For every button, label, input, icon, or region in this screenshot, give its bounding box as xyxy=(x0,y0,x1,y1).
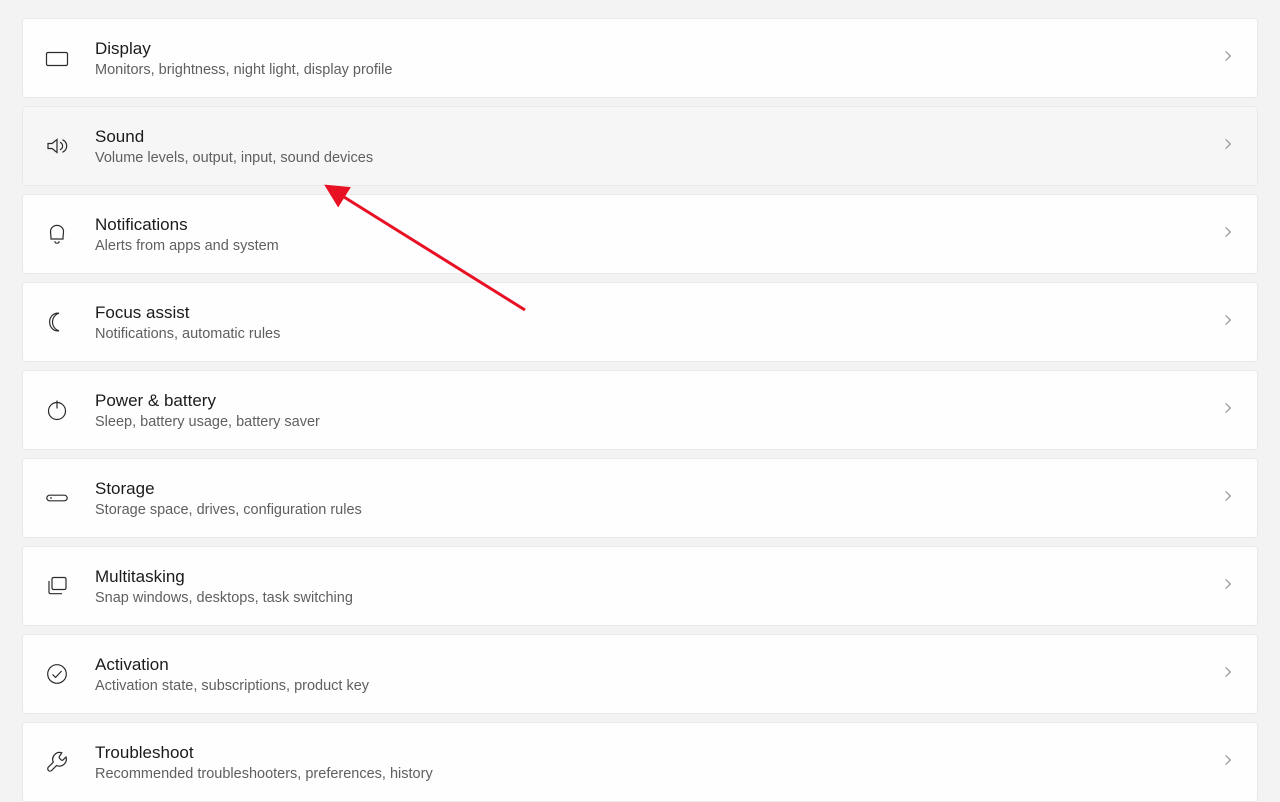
settings-item-display[interactable]: Display Monitors, brightness, night ligh… xyxy=(22,18,1258,98)
settings-item-focus-assist[interactable]: Focus assist Notifications, automatic ru… xyxy=(22,282,1258,362)
item-desc: Activation state, subscriptions, product… xyxy=(95,678,1221,694)
settings-list: Display Monitors, brightness, night ligh… xyxy=(0,0,1280,802)
item-title: Multitasking xyxy=(95,567,1221,587)
item-text: Storage Storage space, drives, configura… xyxy=(95,479,1221,518)
settings-item-sound[interactable]: Sound Volume levels, output, input, soun… xyxy=(22,106,1258,186)
item-desc: Monitors, brightness, night light, displ… xyxy=(95,62,1221,78)
item-text: Activation Activation state, subscriptio… xyxy=(95,655,1221,694)
bell-icon xyxy=(45,222,69,246)
settings-item-power-battery[interactable]: Power & battery Sleep, battery usage, ba… xyxy=(22,370,1258,450)
chevron-right-icon xyxy=(1221,401,1235,420)
item-title: Display xyxy=(95,39,1221,59)
item-text: Troubleshoot Recommended troubleshooters… xyxy=(95,743,1221,782)
item-title: Troubleshoot xyxy=(95,743,1221,763)
settings-item-activation[interactable]: Activation Activation state, subscriptio… xyxy=(22,634,1258,714)
wrench-icon xyxy=(45,750,69,774)
chevron-right-icon xyxy=(1221,489,1235,508)
chevron-right-icon xyxy=(1221,137,1235,156)
item-text: Focus assist Notifications, automatic ru… xyxy=(95,303,1221,342)
item-desc: Storage space, drives, configuration rul… xyxy=(95,502,1221,518)
drive-icon xyxy=(45,486,69,510)
item-title: Focus assist xyxy=(95,303,1221,323)
item-desc: Volume levels, output, input, sound devi… xyxy=(95,150,1221,166)
item-desc: Snap windows, desktops, task switching xyxy=(95,590,1221,606)
sound-icon xyxy=(45,134,69,158)
chevron-right-icon xyxy=(1221,49,1235,68)
moon-icon xyxy=(45,310,69,334)
chevron-right-icon xyxy=(1221,225,1235,244)
item-text: Power & battery Sleep, battery usage, ba… xyxy=(95,391,1221,430)
check-circle-icon xyxy=(45,662,69,686)
item-title: Sound xyxy=(95,127,1221,147)
display-icon xyxy=(45,46,69,70)
chevron-right-icon xyxy=(1221,753,1235,772)
item-desc: Notifications, automatic rules xyxy=(95,326,1221,342)
item-title: Power & battery xyxy=(95,391,1221,411)
item-text: Sound Volume levels, output, input, soun… xyxy=(95,127,1221,166)
multitask-icon xyxy=(45,574,69,598)
item-desc: Recommended troubleshooters, preferences… xyxy=(95,766,1221,782)
item-text: Notifications Alerts from apps and syste… xyxy=(95,215,1221,254)
power-icon xyxy=(45,398,69,422)
settings-item-storage[interactable]: Storage Storage space, drives, configura… xyxy=(22,458,1258,538)
item-title: Notifications xyxy=(95,215,1221,235)
item-desc: Sleep, battery usage, battery saver xyxy=(95,414,1221,430)
chevron-right-icon xyxy=(1221,665,1235,684)
settings-item-multitasking[interactable]: Multitasking Snap windows, desktops, tas… xyxy=(22,546,1258,626)
chevron-right-icon xyxy=(1221,313,1235,332)
item-title: Activation xyxy=(95,655,1221,675)
chevron-right-icon xyxy=(1221,577,1235,596)
item-title: Storage xyxy=(95,479,1221,499)
item-text: Display Monitors, brightness, night ligh… xyxy=(95,39,1221,78)
item-text: Multitasking Snap windows, desktops, tas… xyxy=(95,567,1221,606)
settings-item-troubleshoot[interactable]: Troubleshoot Recommended troubleshooters… xyxy=(22,722,1258,802)
item-desc: Alerts from apps and system xyxy=(95,238,1221,254)
settings-item-notifications[interactable]: Notifications Alerts from apps and syste… xyxy=(22,194,1258,274)
